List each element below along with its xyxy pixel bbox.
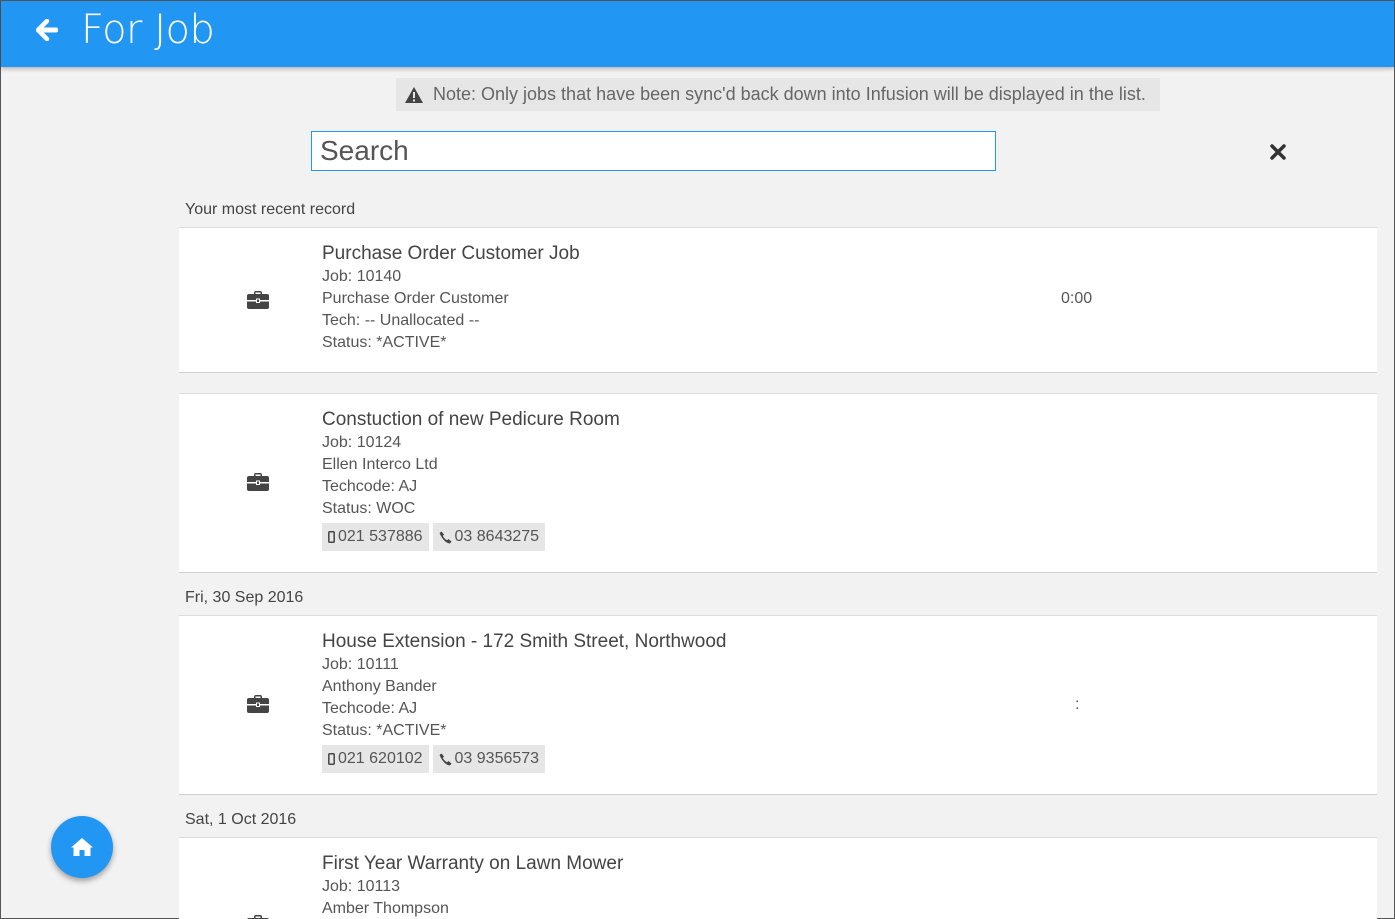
job-tech: Techcode: AJ [322, 700, 418, 717]
job-customer: Purchase Order Customer [322, 290, 509, 307]
job-title: Purchase Order Customer Job [322, 243, 580, 264]
job-number: Job: 10140 [322, 268, 402, 285]
job-card[interactable]: Constuction of new Pedicure Room Job: 10… [179, 393, 1377, 573]
page-title: For Job [81, 7, 215, 53]
job-tech: Tech: -- Unallocated -- [322, 312, 480, 329]
job-card[interactable]: House Extension - 172 Smith Street, Nort… [179, 615, 1377, 795]
job-status: Status: WOC [322, 500, 416, 517]
warning-icon [404, 86, 424, 104]
note-text: Note: Only jobs that have been sync'd ba… [433, 84, 1146, 104]
briefcase-icon [247, 291, 269, 309]
phone-number: 03 8643275 [454, 528, 540, 545]
job-card[interactable]: First Year Warranty on Lawn Mower Job: 1… [179, 837, 1377, 919]
home-button[interactable] [51, 816, 113, 878]
section-date-label: Sat, 1 Oct 2016 [185, 811, 297, 828]
briefcase-icon [247, 915, 269, 919]
mobile-button[interactable]: 021 537886 [322, 523, 429, 551]
clear-search-button[interactable] [1267, 141, 1289, 163]
section-label-recent: Your most recent record [185, 201, 356, 218]
phone-button[interactable]: 03 9356573 [432, 745, 546, 773]
job-status: Status: *ACTIVE* [322, 722, 447, 739]
sync-note: Note: Only jobs that have been sync'd ba… [396, 78, 1160, 111]
mobile-number: 021 620102 [338, 750, 423, 767]
app-header: For Job [1, 1, 1394, 67]
job-title: Constuction of new Pedicure Room [322, 409, 620, 430]
home-icon [71, 838, 93, 856]
job-title: House Extension - 172 Smith Street, Nort… [322, 631, 727, 652]
phone-number: 03 9356573 [454, 750, 540, 767]
close-icon [1270, 144, 1286, 160]
job-card[interactable]: Purchase Order Customer Job Job: 10140 P… [179, 227, 1377, 373]
mobile-icon [328, 531, 335, 543]
briefcase-icon [247, 473, 269, 491]
phone-icon [439, 753, 452, 765]
job-customer: Anthony Bander [322, 678, 437, 695]
job-status: Status: *ACTIVE* [322, 334, 447, 351]
job-number: Job: 10124 [322, 434, 402, 451]
job-time: : [1075, 696, 1080, 713]
briefcase-icon [247, 695, 269, 713]
phone-icon [439, 531, 452, 543]
job-customer: Amber Thompson [322, 900, 449, 917]
back-button[interactable] [33, 15, 61, 45]
mobile-number: 021 537886 [338, 528, 423, 545]
mobile-icon [328, 753, 335, 765]
job-title: First Year Warranty on Lawn Mower [322, 853, 624, 874]
arrow-left-icon [36, 19, 58, 41]
job-number: Job: 10113 [322, 878, 400, 895]
section-date-label: Fri, 30 Sep 2016 [185, 589, 304, 606]
mobile-button[interactable]: 021 620102 [322, 745, 429, 773]
phone-button[interactable]: 03 8643275 [432, 523, 546, 551]
job-number: Job: 10111 [322, 656, 399, 673]
job-tech: Techcode: AJ [322, 478, 418, 495]
job-time: 0:00 [1061, 290, 1093, 307]
search-input[interactable] [311, 131, 996, 171]
job-customer: Ellen Interco Ltd [322, 456, 438, 473]
